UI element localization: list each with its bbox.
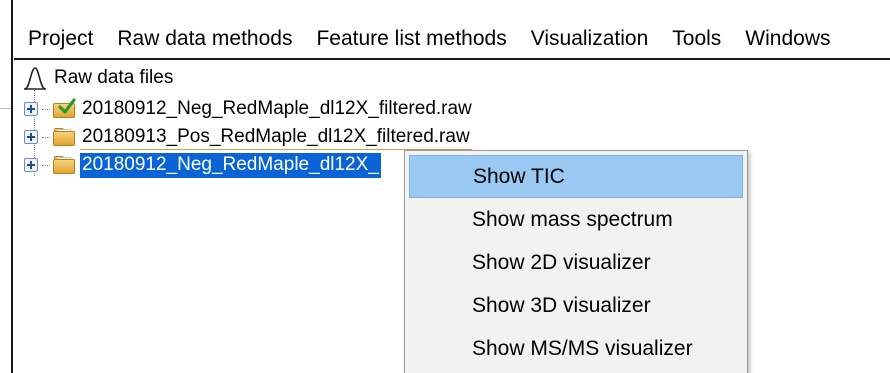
menu-project[interactable]: Project bbox=[14, 19, 105, 59]
folder-icon bbox=[52, 126, 76, 148]
divider-line bbox=[0, 108, 11, 109]
file-label: 20180912_Neg_RedMaple_dl12X_filtered.raw bbox=[82, 98, 472, 119]
file-label: 20180913_Pos_RedMaple_dl12X_filtered.raw bbox=[80, 125, 472, 150]
menu-bar: Project Raw data methods Feature list me… bbox=[14, 20, 890, 60]
expand-icon[interactable] bbox=[24, 102, 38, 116]
menu-visualization[interactable]: Visualization bbox=[519, 19, 661, 59]
adjacent-window-edge bbox=[0, 0, 14, 373]
tree-connector bbox=[42, 108, 50, 110]
menu-windows[interactable]: Windows bbox=[733, 19, 842, 59]
tree-root-raw-data-files[interactable]: Raw data files bbox=[22, 66, 173, 90]
chromatogram-peak-icon bbox=[24, 67, 46, 90]
file-label-selected: 20180912_Neg_RedMaple_dl12X_ bbox=[80, 152, 381, 178]
menu-tools[interactable]: Tools bbox=[660, 19, 733, 59]
menu-raw-data-methods[interactable]: Raw data methods bbox=[105, 19, 304, 59]
context-menu: Show TIC Show mass spectrum Show 2D visu… bbox=[404, 150, 748, 373]
window-divider bbox=[11, 0, 13, 373]
tree-connector bbox=[42, 164, 50, 166]
menu-item-show-tic[interactable]: Show TIC bbox=[409, 155, 743, 198]
tree-connector bbox=[42, 136, 50, 138]
menu-item-show-mass-spectrum[interactable]: Show mass spectrum bbox=[409, 198, 743, 241]
checkmark-icon bbox=[58, 98, 76, 114]
menu-feature-list-methods[interactable]: Feature list methods bbox=[304, 19, 518, 59]
menu-item-show-2d-visualizer[interactable]: Show 2D visualizer bbox=[409, 241, 743, 284]
menu-item-show-msms-visualizer[interactable]: Show MS/MS visualizer bbox=[409, 327, 743, 370]
tree-item-file-selected[interactable]: 20180912_Neg_RedMaple_dl12X_ bbox=[24, 152, 381, 178]
menu-item-show-3d-visualizer[interactable]: Show 3D visualizer bbox=[409, 284, 743, 327]
app-window: Project Raw data methods Feature list me… bbox=[0, 0, 890, 373]
folder-checked-icon bbox=[52, 98, 76, 120]
folder-icon bbox=[52, 154, 76, 176]
expand-icon[interactable] bbox=[24, 130, 38, 144]
tree-item-file[interactable]: 20180912_Neg_RedMaple_dl12X_filtered.raw bbox=[24, 96, 474, 122]
expand-icon[interactable] bbox=[24, 158, 38, 172]
tree-item-file[interactable]: 20180913_Pos_RedMaple_dl12X_filtered.raw bbox=[24, 124, 472, 150]
tree-root-label: Raw data files bbox=[54, 67, 174, 88]
